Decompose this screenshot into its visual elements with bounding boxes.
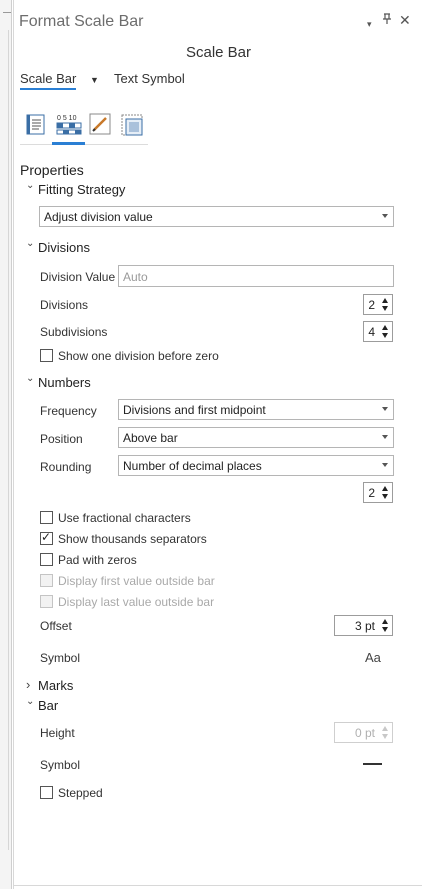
checkmark-icon: ✓ — [41, 530, 52, 544]
chevron-down-icon[interactable]: ⌄ — [26, 180, 38, 191]
edge-divider — [3, 12, 11, 13]
pin-icon[interactable] — [382, 13, 392, 29]
decrement-icon[interactable] — [382, 333, 388, 338]
close-icon[interactable]: ✕ — [399, 12, 411, 28]
frequency-dropdown[interactable]: Divisions and first midpoint — [118, 399, 394, 420]
element-name-heading: Scale Bar — [185, 44, 252, 61]
division-value-placeholder: Auto — [123, 270, 148, 284]
increment-icon — [382, 726, 388, 731]
decrement-icon[interactable] — [382, 494, 388, 499]
decrement-icon[interactable] — [382, 306, 388, 311]
display-last-outside-label: Display last value outside bar — [58, 595, 215, 609]
numbers-symbol-label: Symbol — [40, 651, 81, 665]
active-icon-tab-indicator — [52, 142, 85, 145]
increment-icon[interactable] — [382, 486, 388, 491]
decrement-icon[interactable] — [382, 627, 388, 632]
position-label: Position — [40, 432, 83, 446]
tab-scale-bar[interactable]: Scale Bar — [20, 71, 77, 90]
fitting-strategy-value: Adjust division value — [44, 210, 153, 224]
chevron-down-icon[interactable]: ⌄ — [26, 696, 38, 707]
left-edge-panel — [0, 0, 12, 889]
frequency-label: Frequency — [40, 404, 97, 418]
rounding-value: Number of decimal places — [123, 459, 262, 473]
section-fitting-strategy[interactable]: Fitting Strategy — [38, 182, 125, 197]
bar-height-value: 0 pt — [354, 726, 375, 740]
tab-text-symbol[interactable]: Text Symbol — [114, 71, 185, 86]
rounding-label: Rounding — [40, 460, 92, 474]
divisions-stepper[interactable]: 2 — [363, 294, 393, 315]
pane-bottom-border — [14, 885, 422, 886]
section-divisions[interactable]: Divisions — [38, 240, 90, 255]
stepped-checkbox[interactable] — [40, 786, 53, 799]
line-symbol-preview[interactable] — [363, 763, 382, 765]
decimal-places-value: 2 — [368, 486, 375, 500]
increment-icon[interactable] — [382, 325, 388, 330]
offset-stepper[interactable]: 3 pt — [334, 615, 393, 636]
chevron-down-icon[interactable]: ⌄ — [26, 238, 38, 249]
rounding-dropdown[interactable]: Number of decimal places — [118, 455, 394, 476]
dropdown-arrow-icon — [382, 463, 388, 467]
increment-icon[interactable] — [382, 619, 388, 624]
use-fractional-checkbox[interactable] — [40, 511, 53, 524]
offset-label: Offset — [40, 619, 72, 633]
edge-guide-line — [8, 30, 9, 850]
divisions-label: Divisions — [40, 298, 89, 312]
decrement-icon — [382, 734, 388, 739]
show-thousands-label: Show thousands separators — [58, 532, 207, 546]
bar-height-stepper: 0 pt — [334, 722, 393, 743]
pane-menu-chevron-icon[interactable]: ▾ — [367, 16, 372, 32]
options-icon[interactable] — [24, 112, 50, 138]
subdivisions-value: 4 — [368, 325, 375, 339]
subdivisions-label: Subdivisions — [40, 325, 108, 339]
dropdown-arrow-icon — [382, 407, 388, 411]
pane-title: Format Scale Bar — [19, 13, 144, 30]
use-fractional-label: Use fractional characters — [58, 511, 191, 525]
text-symbol-preview[interactable]: Aa — [365, 650, 381, 665]
dropdown-arrow-icon — [382, 435, 388, 439]
division-value-label: Division Value — [40, 270, 116, 284]
symbol-pencil-icon[interactable] — [88, 112, 114, 138]
subdivisions-stepper[interactable]: 4 — [363, 321, 393, 342]
chevron-right-icon[interactable]: › — [26, 677, 38, 692]
display-first-outside-checkbox — [40, 574, 53, 587]
display-icon[interactable] — [119, 112, 145, 138]
scale-bar-icon-numbers: 0 5 10 — [57, 115, 77, 122]
divisions-value: 2 — [368, 298, 375, 312]
properties-heading: Properties — [20, 162, 84, 178]
position-dropdown[interactable]: Above bar — [118, 427, 394, 448]
format-scale-bar-pane: Format Scale Bar ▾ ✕ Scale Bar Scale Bar… — [13, 0, 422, 889]
increment-icon[interactable] — [382, 298, 388, 303]
section-marks[interactable]: Marks — [38, 678, 73, 693]
display-first-outside-label: Display first value outside bar — [58, 574, 215, 588]
bar-height-label: Height — [40, 726, 75, 740]
scale-bar-properties-icon[interactable]: 0 5 10 — [55, 112, 83, 138]
display-last-outside-checkbox — [40, 595, 53, 608]
division-value-field[interactable]: Auto — [118, 265, 394, 287]
dropdown-arrow-icon — [382, 214, 388, 218]
decimal-places-stepper[interactable]: 2 — [363, 482, 393, 503]
section-bar[interactable]: Bar — [38, 698, 58, 713]
offset-value: 3 pt — [354, 619, 375, 633]
stepped-label: Stepped — [58, 786, 103, 800]
pad-zeros-label: Pad with zeros — [58, 553, 137, 567]
section-numbers[interactable]: Numbers — [38, 375, 91, 390]
tab-dropdown-icon[interactable]: ▼ — [90, 75, 99, 85]
chevron-down-icon[interactable]: ⌄ — [26, 373, 38, 384]
show-thousands-checkbox[interactable]: ✓ — [40, 530, 53, 545]
show-one-before-zero-checkbox[interactable] — [40, 349, 53, 362]
position-value: Above bar — [123, 431, 178, 445]
show-one-before-zero-label: Show one division before zero — [58, 349, 219, 363]
bar-symbol-label: Symbol — [40, 758, 81, 772]
pad-zeros-checkbox[interactable] — [40, 553, 53, 566]
fitting-strategy-dropdown[interactable]: Adjust division value — [39, 206, 394, 227]
frequency-value: Divisions and first midpoint — [123, 403, 266, 417]
